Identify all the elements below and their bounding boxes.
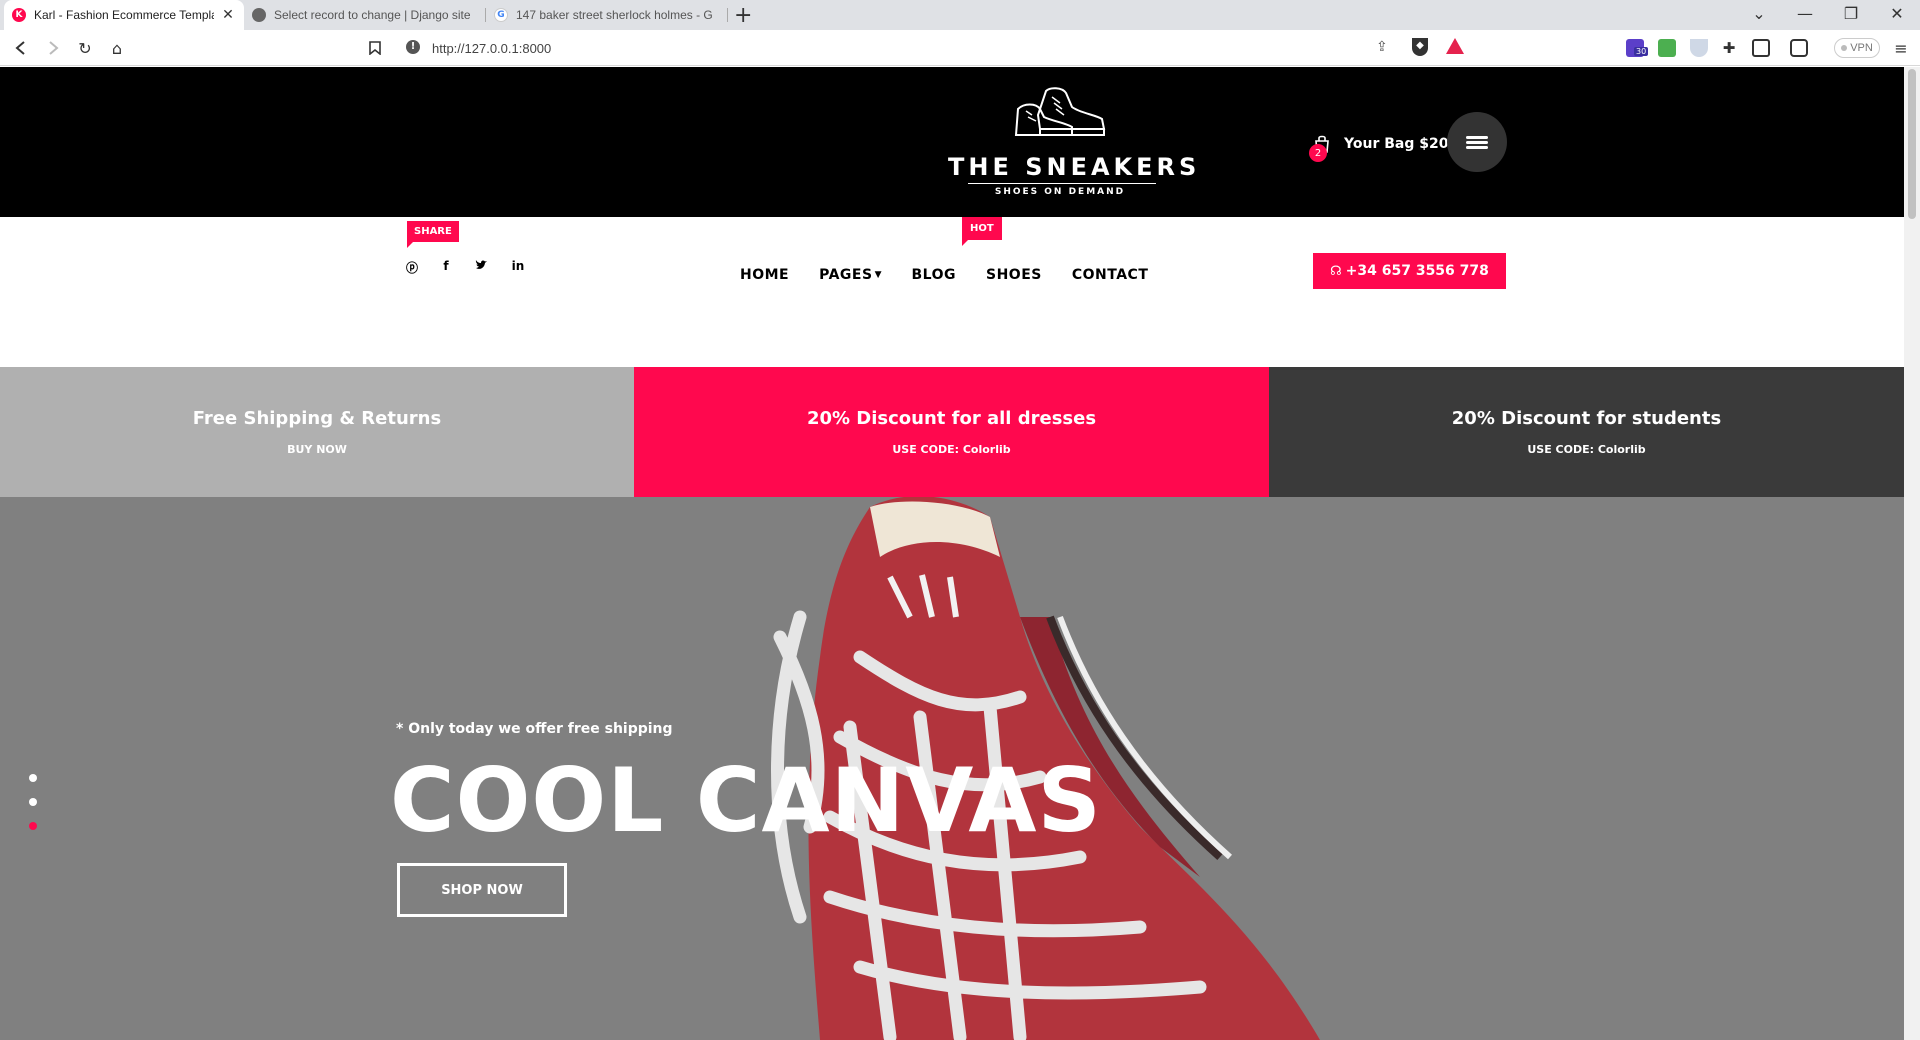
google-icon: G [494,8,508,22]
close-tab-icon[interactable]: ✕ [220,7,236,23]
hero-tagline: * Only today we offer free shipping [396,721,673,737]
offer-free-shipping[interactable]: Free Shipping & Returns BUY NOW [0,367,634,497]
browser-menu-icon[interactable]: ≡ [1890,37,1912,59]
privacy-extension-icon[interactable] [1690,39,1708,57]
logo-subtitle: SHOES ON DEMAND [994,187,1126,197]
browser-tab-bar: K Karl - Fashion Ecommerce Template ✕ Se… [0,0,1920,30]
pinterest-icon[interactable]: ⓟ [404,259,420,275]
slide-indicator-2[interactable] [29,798,37,806]
vpn-status-dot [1841,45,1848,51]
cart-count-badge: 2 [1309,144,1327,162]
nav-home[interactable]: HOME [740,267,789,283]
url-text[interactable]: http://127.0.0.1:8000 [432,41,551,56]
back-icon[interactable] [10,37,32,59]
cart-link[interactable]: 2 Your Bag $20 [1309,129,1448,162]
globe-icon [252,8,266,22]
brave-rewards-icon[interactable] [1446,38,1464,54]
offer-title: 20% Discount for students [1451,408,1722,429]
browser-tab-karl[interactable]: K Karl - Fashion Ecommerce Template ✕ [4,0,244,30]
tab-title: Karl - Fashion Ecommerce Template [34,8,214,22]
hot-badge: HOT [962,217,1002,246]
nav-pages[interactable]: PAGES [819,267,872,283]
offer-link[interactable]: BUY NOW [287,443,347,456]
browser-toolbar: ↻ ⌂ ! http://127.0.0.1:8000 ⇪ ◆ 30 ✚ VPN… [0,30,1920,66]
reload-icon[interactable]: ↻ [74,37,96,59]
home-icon[interactable]: ⌂ [106,37,128,59]
tab-title: Select record to change | Django site ad… [274,8,470,22]
logo-divider [968,183,1156,184]
sidebar-icon[interactable] [1752,39,1770,57]
browser-tab-google[interactable]: G 147 baker street sherlock holmes - Goo… [486,0,726,30]
site-info-icon[interactable]: ! [406,40,420,54]
brave-shield-icon[interactable]: ◆ [1412,38,1428,56]
shopping-bag-icon: 2 [1309,134,1332,162]
hero-slider: * Only today we offer free shipping COOL… [0,497,1904,1040]
site-logo[interactable]: THE SNEAKERS SHOES ON DEMAND [930,85,1201,197]
extension-badge: 30 [1634,47,1649,56]
minimize-button[interactable]: — [1790,4,1820,23]
facebook-icon[interactable]: f [438,259,454,275]
slide-indicator-3[interactable] [29,822,37,830]
offer-title: 20% Discount for all dresses [806,408,1097,429]
address-bar[interactable]: ! http://127.0.0.1:8000 ⇪ ◆ [398,34,1476,62]
vpn-button[interactable]: VPN [1834,38,1880,58]
navigation-bar: SHARE ⓟ f in HOT HOME PAGES ▼ BLOG SHOES… [0,217,1904,367]
hamburger-icon [1466,134,1488,151]
extension-icon[interactable]: 30 [1626,39,1649,57]
share-page-icon[interactable]: ⇪ [1376,39,1388,55]
nav-blog[interactable]: BLOG [912,267,957,283]
nav-shoes[interactable]: SHOES [986,267,1042,283]
sheets-extension-icon[interactable] [1658,39,1676,57]
tab-search-icon[interactable]: ⌄ [1744,4,1774,23]
page-viewport: THE SNEAKERS SHOES ON DEMAND 2 Your Bag … [0,67,1904,1040]
offer-dresses-discount[interactable]: 20% Discount for all dresses USE CODE: C… [634,367,1269,497]
scrollbar-thumb[interactable] [1908,69,1916,219]
phone-button[interactable]: ☊ +34 657 3556 778 [1313,253,1506,289]
sneaker-logo-icon [1014,87,1106,136]
browser-tab-django[interactable]: Select record to change | Django site ad… [244,0,484,30]
extensions-puzzle-icon[interactable]: ✚ [1720,39,1738,57]
page-scrollbar[interactable] [1904,67,1920,1040]
logo-title: THE SNEAKERS [948,153,1201,181]
hamburger-menu-button[interactable] [1447,112,1507,172]
bookmark-icon[interactable] [364,37,386,59]
share-badge: SHARE [407,221,459,248]
offer-students-discount[interactable]: 20% Discount for students USE CODE: Colo… [1269,367,1904,497]
slide-indicator-1[interactable] [29,774,37,782]
new-tab-button[interactable]: + [734,3,752,28]
hero-title: COOL CANVAS [390,749,1102,852]
offer-code: USE CODE: Colorlib [892,443,1011,456]
cart-label[interactable]: Your Bag $20 [1344,136,1448,152]
twitter-icon[interactable] [473,259,489,275]
vpn-label: VPN [1850,42,1873,54]
close-window-button[interactable]: ✕ [1882,4,1912,23]
restore-button[interactable]: ❐ [1836,4,1866,23]
linkedin-icon[interactable]: in [510,259,526,275]
tab-title: 147 baker street sherlock holmes - Googl… [516,8,712,22]
offers-strip: Free Shipping & Returns BUY NOW 20% Disc… [0,367,1904,497]
site-header: THE SNEAKERS SHOES ON DEMAND 2 Your Bag … [0,67,1904,217]
wallet-icon[interactable] [1790,39,1808,57]
shop-now-button[interactable]: SHOP NOW [397,863,567,917]
headset-icon: ☊ [1330,263,1342,279]
karl-favicon-icon: K [12,8,26,22]
phone-number: +34 657 3556 778 [1345,263,1489,279]
main-nav: HOME PAGES ▼ BLOG SHOES CONTACT [740,267,1178,283]
forward-icon[interactable] [42,37,64,59]
nav-contact[interactable]: CONTACT [1072,267,1149,283]
offer-code: USE CODE: Colorlib [1527,443,1646,456]
caret-down-icon[interactable]: ▼ [875,270,882,280]
offer-title: Free Shipping & Returns [192,408,442,429]
tab-divider [727,8,728,22]
